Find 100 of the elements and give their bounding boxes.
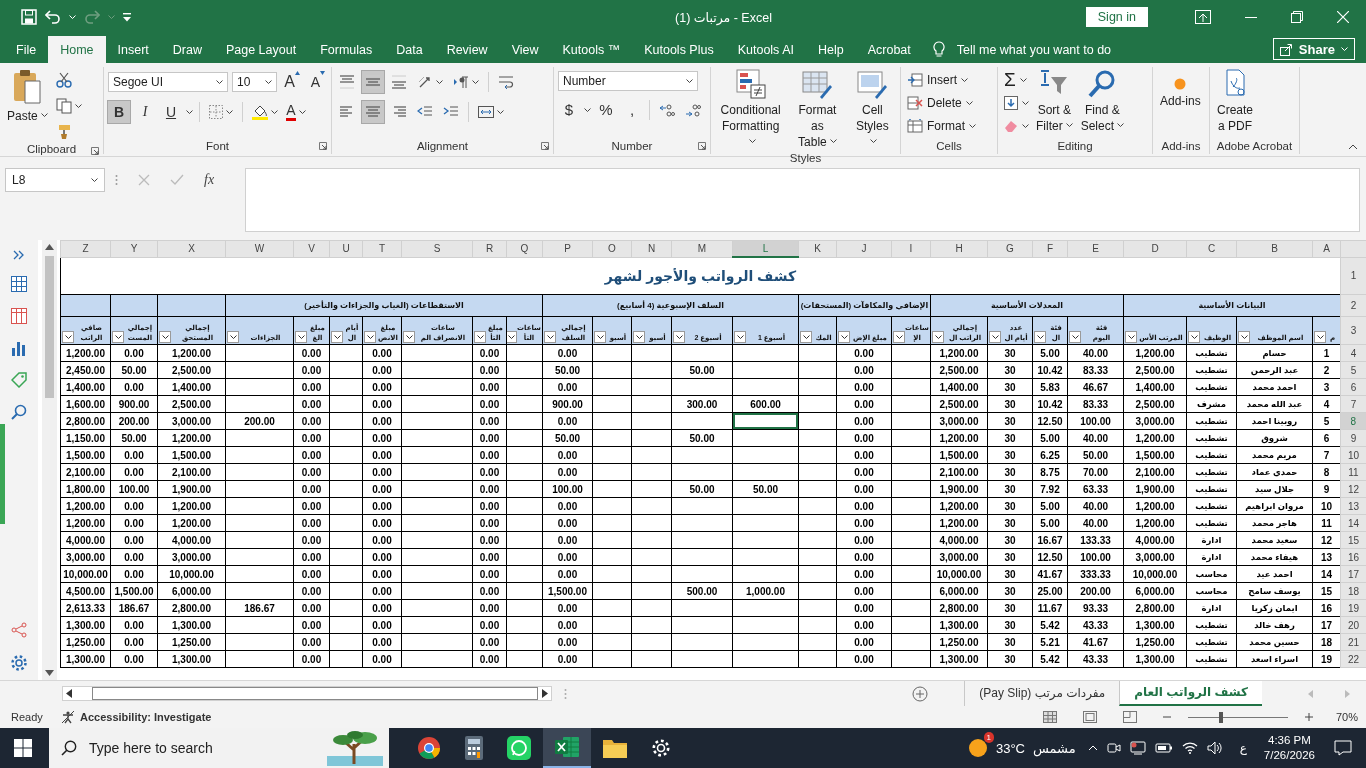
- filter-dropdown-button[interactable]: [633, 331, 645, 343]
- filter-dropdown-button[interactable]: [544, 331, 556, 343]
- percent-button[interactable]: %: [595, 99, 617, 121]
- search-icon[interactable]: [11, 404, 27, 420]
- column-header[interactable]: M: [671, 240, 733, 257]
- filter-dropdown-button[interactable]: [227, 331, 239, 343]
- column-header[interactable]: E: [1067, 240, 1124, 257]
- new-sheet-icon[interactable]: [912, 685, 929, 702]
- save-icon[interactable]: [21, 9, 37, 25]
- column-header[interactable]: C: [1186, 240, 1237, 257]
- tag-icon[interactable]: [11, 372, 27, 388]
- wifi-icon[interactable]: [1181, 742, 1198, 754]
- share-button[interactable]: Share: [1272, 38, 1355, 60]
- filter-dropdown-button[interactable]: [507, 331, 518, 343]
- page-break-icon[interactable]: [1122, 711, 1137, 723]
- row-header[interactable]: 3: [1340, 316, 1366, 345]
- font-size-field[interactable]: 10: [232, 72, 277, 92]
- column-header[interactable]: D: [1123, 240, 1187, 257]
- restore-icon[interactable]: [1291, 11, 1303, 23]
- selected-cell[interactable]: [732, 412, 799, 430]
- display-icon[interactable]: [1129, 741, 1146, 755]
- zoom-slider-thumb[interactable]: [1218, 711, 1223, 723]
- filter-dropdown-button[interactable]: [1238, 331, 1250, 343]
- ribbon-tab[interactable]: Formulas: [308, 36, 385, 63]
- normal-view-icon[interactable]: [1042, 711, 1057, 723]
- ribbon-display-icon[interactable]: [1195, 10, 1211, 24]
- delete-button[interactable]: Delete: [905, 92, 978, 113]
- column-header[interactable]: K: [798, 240, 837, 257]
- folder-icon[interactable]: [603, 738, 627, 758]
- filter-dropdown-button[interactable]: [364, 331, 376, 343]
- filter-dropdown-button[interactable]: [1125, 331, 1137, 343]
- formula-input[interactable]: [245, 168, 1360, 232]
- ribbon-tab[interactable]: View: [499, 36, 551, 63]
- filter-dropdown-button[interactable]: [159, 331, 171, 343]
- currency-button[interactable]: $: [558, 99, 580, 121]
- add-ins-button[interactable]: Add-ins: [1157, 67, 1204, 111]
- clock-time[interactable]: 4:36 PM: [1268, 733, 1311, 748]
- filter-dropdown-button[interactable]: [734, 331, 746, 343]
- column-header[interactable]: Q: [506, 240, 543, 257]
- create-pdf-button[interactable]: Create a PDF: [1214, 67, 1257, 136]
- name-box[interactable]: L8: [5, 168, 105, 192]
- filter-dropdown-button[interactable]: [62, 331, 74, 343]
- comma-style-button[interactable]: ,: [621, 99, 643, 121]
- zoom-level[interactable]: 70%: [1335, 711, 1358, 723]
- conditional-formatting-button[interactable]: Conditional Formatting: [715, 67, 787, 152]
- ribbon-tab[interactable]: Review: [434, 36, 500, 63]
- chrome-icon[interactable]: [417, 736, 441, 760]
- scroll-right-icon[interactable]: [542, 689, 548, 698]
- sheet-tab[interactable]: كشف الرواتب العام: [1119, 680, 1262, 706]
- battery-icon[interactable]: [1154, 742, 1173, 754]
- notifications-icon[interactable]: [1334, 740, 1352, 756]
- undo-icon[interactable]: [45, 10, 61, 24]
- filter-dropdown-button[interactable]: [331, 331, 343, 343]
- ribbon-tab[interactable]: Page Layout: [213, 36, 309, 63]
- sort-filter-button[interactable]: Sort & Filter: [1033, 67, 1076, 136]
- column-header[interactable]: X: [157, 240, 226, 257]
- filter-dropdown-button[interactable]: [1069, 331, 1081, 343]
- filter-dropdown-button[interactable]: [673, 331, 685, 343]
- spreadsheet-app-button[interactable]: [543, 728, 591, 768]
- column-header[interactable]: I: [891, 240, 931, 257]
- scroll-up-icon[interactable]: [45, 244, 54, 250]
- filter-dropdown-button[interactable]: [474, 331, 486, 343]
- column-header[interactable]: A: [1312, 240, 1341, 257]
- filter-dropdown-button[interactable]: [800, 331, 812, 343]
- dialog-launcher-icon[interactable]: [91, 147, 99, 155]
- column-header[interactable]: Z: [60, 240, 111, 257]
- sheet-tab[interactable]: مفردات مرتب (Pay Slip): [964, 680, 1120, 706]
- filter-dropdown-button[interactable]: [1034, 331, 1046, 343]
- row-header[interactable]: 2: [1340, 294, 1366, 317]
- format-as-table-button[interactable]: Format as Table: [788, 67, 847, 152]
- close-icon[interactable]: [1337, 11, 1349, 23]
- zoom-in-icon[interactable]: [1304, 713, 1313, 721]
- clock-date[interactable]: 7/26/2026: [1263, 748, 1315, 763]
- column-header[interactable]: S: [401, 240, 473, 257]
- sign-in-button[interactable]: Sign in: [1085, 7, 1148, 27]
- tell-me-search[interactable]: Tell me what you want to do: [922, 36, 1112, 63]
- bar-chart-icon[interactable]: [11, 340, 27, 356]
- grow-font-button[interactable]: A: [281, 71, 303, 93]
- column-header[interactable]: J: [836, 240, 892, 257]
- filter-dropdown-button[interactable]: [1188, 331, 1200, 343]
- search-input[interactable]: Type here to search: [87, 739, 317, 757]
- input-language[interactable]: ع: [1239, 741, 1247, 755]
- font-color-button[interactable]: A: [285, 101, 307, 123]
- ribbon-tab[interactable]: File: [4, 36, 49, 63]
- row-header[interactable]: 1: [1340, 257, 1366, 295]
- column-header[interactable]: W: [225, 240, 294, 257]
- accessibility-button[interactable]: Accessibility: Investigate: [61, 710, 212, 724]
- column-header[interactable]: G: [987, 240, 1033, 257]
- ribbon-tab[interactable]: Home: [48, 36, 106, 63]
- speaker-icon[interactable]: [1206, 741, 1223, 755]
- filter-dropdown-button[interactable]: [594, 331, 606, 343]
- column-header[interactable]: B: [1236, 240, 1313, 257]
- taskbar-search-bar[interactable]: Type here to search: [49, 728, 389, 768]
- filter-dropdown-button[interactable]: [295, 331, 307, 343]
- italic-button[interactable]: I: [134, 101, 156, 123]
- ribbon-tab[interactable]: Kutools ™: [550, 36, 633, 63]
- column-header[interactable]: R: [472, 240, 507, 257]
- camera-icon[interactable]: [1106, 741, 1121, 755]
- collapse-ribbon-icon[interactable]: [1348, 144, 1358, 150]
- show-hidden-icons-icon[interactable]: [1087, 745, 1098, 751]
